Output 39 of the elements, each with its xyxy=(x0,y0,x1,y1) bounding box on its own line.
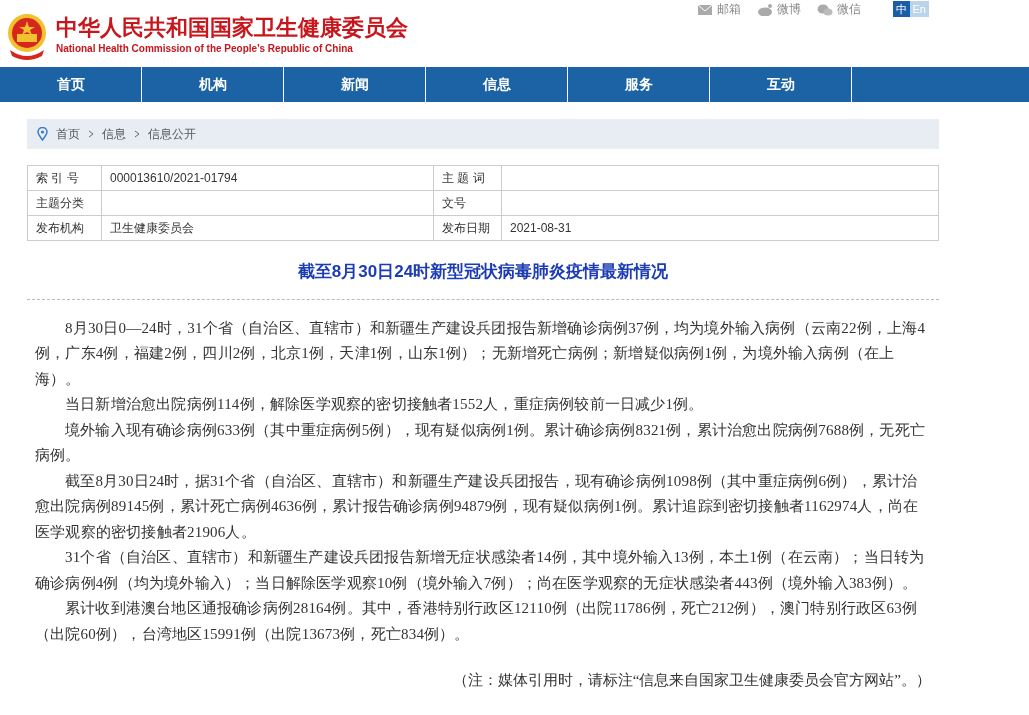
nav-item[interactable]: 新闻 xyxy=(284,67,426,102)
field-label: 发布机构 xyxy=(36,221,84,235)
field-value: 卫生健康委员会 xyxy=(110,221,194,235)
breadcrumb-link[interactable]: 首页 xyxy=(56,125,80,143)
breadcrumb-link[interactable]: 信息 xyxy=(102,125,126,143)
nav-item[interactable]: 服务 xyxy=(568,67,710,102)
field-label: 文号 xyxy=(442,196,466,210)
field-label: 发布日期 xyxy=(442,221,490,235)
breadcrumb-link[interactable]: 信息公开 xyxy=(148,125,196,143)
weibo-icon[interactable] xyxy=(756,2,773,16)
top-link[interactable]: 微信 xyxy=(836,0,861,18)
chevron-icon xyxy=(88,130,94,138)
site-title: 中华人民共和国国家卫生健康委员会 xyxy=(56,15,408,41)
nav-item[interactable]: 互动 xyxy=(710,67,852,102)
field-label: 主 题 词 xyxy=(442,171,485,185)
field-value: 2021-08-31 xyxy=(510,221,572,235)
article-note: （注：媒体引用时，请标注“信息来自国家卫生健康委员会官方网站”。） xyxy=(451,671,932,690)
article-paragraph: 31个省（自治区、直辖市）和新疆生产建设兵团报告新增无症状感染者14例，其中境外输入13例，本土1例（在云南）；当日转为确诊病例4例（均为境外输入）；当日解除医学观察10例（境外输入7例）；尚在医学观察的无症状感染者443例（境外输入383例）。 xyxy=(34,548,926,593)
nav-item[interactable]: 首页 xyxy=(0,67,142,102)
site-subtitle: National Health Commission of the People's Republic of China xyxy=(56,42,354,56)
article-paragraph: 当日新增治愈出院病例114例，解除医学观察的密切接触者1552人，重症病例较前一日减少1例。 xyxy=(64,395,705,414)
nav-item[interactable]: 信息 xyxy=(426,67,568,102)
nav-item[interactable]: 机构 xyxy=(142,67,284,102)
language-switch[interactable]: 中 xyxy=(892,0,910,18)
top-link[interactable]: 微博 xyxy=(776,0,801,18)
mail-icon[interactable] xyxy=(696,2,713,16)
field-label: 索 引 号 xyxy=(36,171,79,185)
article-paragraph: 境外输入现有确诊病例633例（其中重症病例5例），现有疑似病例1例。累计确诊病例8321例，累计治愈出院病例7688例，无死亡病例。 xyxy=(34,420,927,465)
emblem-icon xyxy=(6,11,48,60)
article-paragraph: 累计收到港澳台地区通报确诊病例28164例。其中，香港特别行政区12110例（出院11786例，死亡212例），澳门特别行政区63例（出院60例），台湾地区15991例（出院13673例，死亡834例）。 xyxy=(34,599,919,644)
article-paragraph: 截至8月30日24时，据31个省（自治区、直辖市）和新疆生产建设兵团报告，现有确诊病例1098例（其中重症病例6例），累计治愈出院病例89145例，累计死亡病例4636例，累计报告确诊病例94879例，现有疑似病例1例。累计追踪到密切接触者1162974人，尚在医学观察的密切接触者21906人。 xyxy=(34,471,920,542)
field-label: 主题分类 xyxy=(36,196,84,210)
top-link[interactable]: 邮箱 xyxy=(716,0,741,18)
chat-icon[interactable] xyxy=(816,2,833,16)
article-title: 截至8月30日24时新型冠状病毒肺炎疫情最新情况 xyxy=(296,261,670,283)
article-paragraph: 8月30日0—24时，31个省（自治区、直辖市）和新疆生产建设兵团报告新增确诊病例37例，均为境外输入病例（云南22例，上海4例，广东4例，福建2例，四川2例，北京1例，天津1例，山东1例）；无新增死亡病例；新增疑似病例1例，为境外输入病例（在上海）。 xyxy=(34,318,927,389)
field-value: 000013610/2021-01794 xyxy=(110,171,238,185)
chevron-icon xyxy=(134,130,140,138)
location-icon xyxy=(37,127,48,141)
